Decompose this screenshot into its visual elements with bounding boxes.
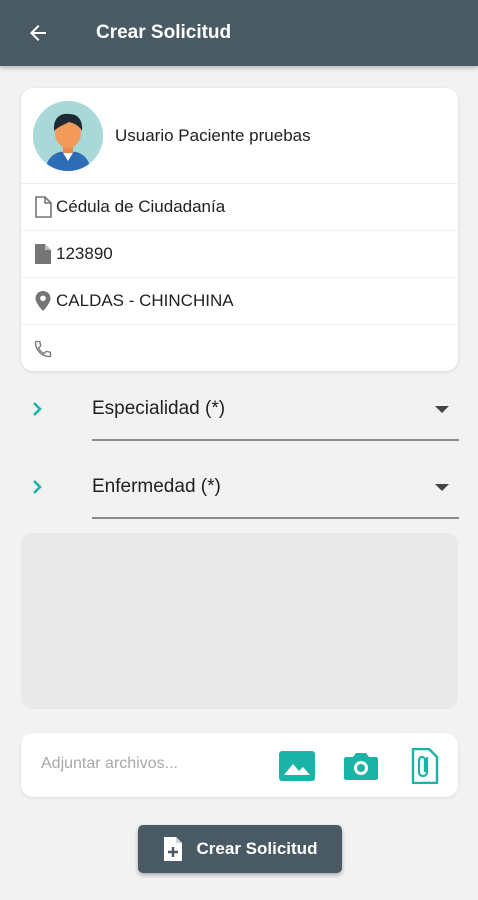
app-bar: Crear Solicitud <box>0 0 478 66</box>
specialty-underline <box>92 439 459 441</box>
user-info-card: Usuario Paciente pruebas Cédula de Ciuda… <box>21 88 458 371</box>
user-row: Usuario Paciente pruebas <box>21 88 458 184</box>
document-number-row: 123890 <box>21 231 458 278</box>
attach-camera-button[interactable] <box>342 747 380 785</box>
disease-underline <box>92 517 459 519</box>
attach-image-button[interactable] <box>278 747 316 785</box>
attach-placeholder: Adjuntar archivos... <box>41 755 178 772</box>
chevron-right-icon <box>33 480 42 494</box>
document-number-text: 123890 <box>56 244 113 263</box>
document-type-text: Cédula de Ciudadanía <box>56 197 226 216</box>
create-request-button[interactable]: Crear Solicitud <box>138 825 342 873</box>
specialty-dropdown[interactable]: Especialidad (*) <box>0 382 478 442</box>
dropdown-arrow-icon <box>435 406 449 413</box>
avatar <box>33 100 103 171</box>
specialty-label: Especialidad (*) <box>92 398 226 419</box>
paperclip-file-icon <box>411 748 439 784</box>
user-name: Usuario Paciente pruebas <box>115 125 311 145</box>
disease-dropdown[interactable]: Enfermedad (*) <box>0 460 478 520</box>
file-add-icon <box>163 837 182 861</box>
location-row: CALDAS - CHINCHINA <box>21 278 458 325</box>
file-outline-icon <box>32 196 54 218</box>
phone-icon <box>32 339 54 359</box>
chevron-right-icon <box>33 402 42 416</box>
image-icon <box>279 751 315 781</box>
disease-label: Enfermedad (*) <box>92 476 221 497</box>
attachments-bar: Adjuntar archivos... <box>21 733 458 797</box>
camera-icon <box>344 753 378 780</box>
back-button[interactable] <box>0 0 76 66</box>
user-avatar-icon <box>33 100 103 171</box>
create-request-label: Crear Solicitud <box>196 839 318 858</box>
attach-file-button[interactable] <box>406 747 444 785</box>
location-text: CALDAS - CHINCHINA <box>56 291 234 310</box>
location-pin-icon <box>32 290 54 312</box>
page-title: Crear Solicitud <box>96 22 232 43</box>
file-filled-icon <box>32 243 54 265</box>
arrow-left-icon <box>30 25 46 41</box>
document-type-row: Cédula de Ciudadanía <box>21 184 458 231</box>
phone-row <box>21 325 458 371</box>
dropdown-arrow-icon <box>435 484 449 491</box>
description-textarea[interactable] <box>21 533 458 709</box>
